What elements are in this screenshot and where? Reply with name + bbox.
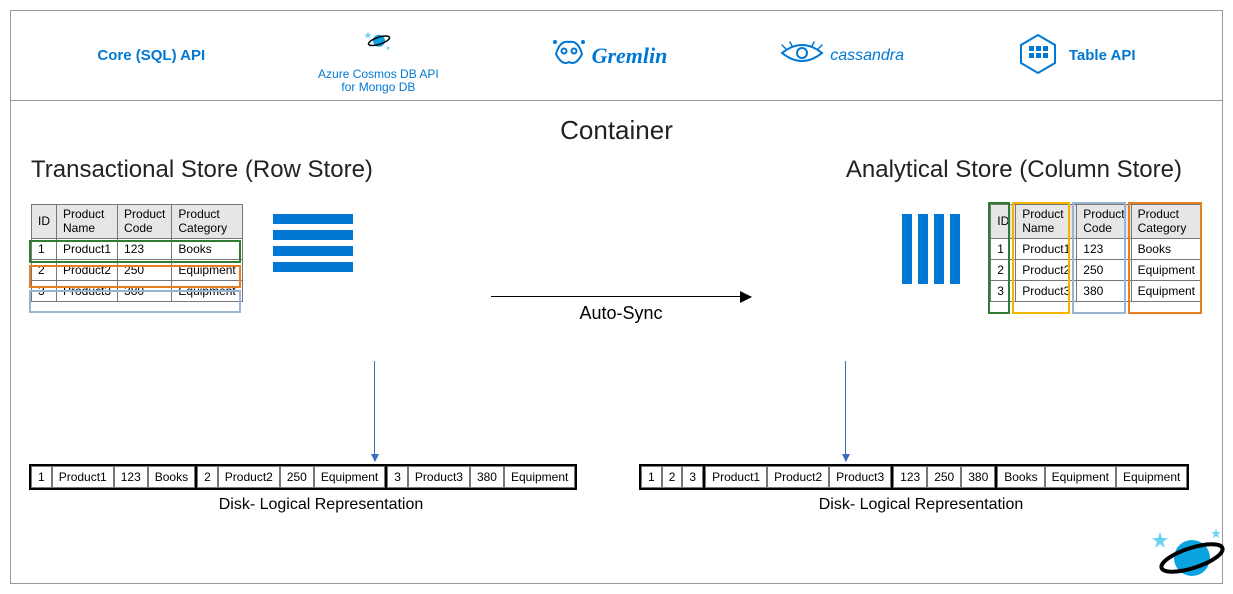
api-gremlin-label: Gremlin <box>592 43 668 69</box>
api-core-sql: Core (SQL) API <box>97 47 205 64</box>
disk-segment: Product1Product2Product3 <box>705 466 891 488</box>
th-code: ProductCode <box>118 205 172 239</box>
disk-cell: Equipment <box>1045 466 1116 488</box>
disk-cell: Equipment <box>1116 466 1187 488</box>
row-disk-label: Disk- Logical Representation <box>31 496 611 514</box>
disk-cell: 3 <box>682 466 703 488</box>
api-cassandra-label: cassandra <box>830 47 904 65</box>
disk-cell: Product2 <box>767 466 829 488</box>
analytical-store: Analytical Store (Column Store) ID Produ… <box>622 156 1202 302</box>
api-gremlin: Gremlin <box>552 36 668 76</box>
table-row: 2Product2250Equipment <box>32 260 243 281</box>
api-cosmos-line2: for Mongo DB <box>318 81 439 94</box>
row-disk-cells: 1Product1123Books2Product2250Equipment3P… <box>31 466 611 488</box>
th-code: ProductCode <box>1077 205 1131 239</box>
api-core-label: Core (SQL) API <box>97 47 205 64</box>
auto-sync-label: Auto-Sync <box>491 303 751 324</box>
col-table-wrap: ID ProductName ProductCode ProductCatego… <box>990 204 1202 302</box>
th-cat: ProductCategory <box>1131 205 1201 239</box>
col-bars-icon <box>902 214 960 284</box>
transactional-store: Transactional Store (Row Store) ID Produ… <box>31 156 611 302</box>
hexagon-table-icon <box>1017 33 1059 79</box>
disk-cell: Product1 <box>705 466 767 488</box>
api-cosmos-mongo: Azure Cosmos DB API for Mongo DB <box>318 17 439 94</box>
disk-cell: Books <box>997 466 1044 488</box>
row-table: ID ProductName ProductCode ProductCatego… <box>31 204 243 302</box>
disk-cell: 1 <box>641 466 662 488</box>
planet-icon <box>363 29 393 53</box>
th-id: ID <box>991 205 1016 239</box>
disk-cell: Product3 <box>408 466 470 488</box>
disk-segment: 123 <box>641 466 703 488</box>
disk-cell: Product1 <box>52 466 114 488</box>
disk-cell: 123 <box>893 466 927 488</box>
analytical-title: Analytical Store (Column Store) <box>622 156 1202 184</box>
api-table: Table API <box>1017 33 1136 79</box>
table-row: 1Product1123Books <box>32 239 243 260</box>
col-disk-rep: 123Product1Product2Product3123250380Book… <box>641 466 1201 514</box>
api-table-label: Table API <box>1069 47 1136 64</box>
table-row: 1Product1123Books <box>991 239 1202 260</box>
eye-icon <box>780 41 824 70</box>
arrow-line-icon <box>491 296 751 297</box>
right-connector <box>845 361 846 461</box>
col-disk-cells: 123Product1Product2Product3123250380Book… <box>641 466 1201 488</box>
row-table-wrap: ID ProductName ProductCode ProductCatego… <box>31 204 243 302</box>
left-connector <box>374 361 375 461</box>
disk-cell: 380 <box>470 466 504 488</box>
disk-cell: 2 <box>662 466 683 488</box>
disk-segment: 1Product1123Books <box>31 466 195 488</box>
disk-cell: 2 <box>197 466 218 488</box>
table-row: 3Product3380Equipment <box>991 281 1202 302</box>
disk-cell: Product2 <box>218 466 280 488</box>
disk-cell: 123 <box>114 466 148 488</box>
disk-segment: 2Product2250Equipment <box>197 466 385 488</box>
th-name: ProductName <box>57 205 118 239</box>
th-cat: ProductCategory <box>172 205 242 239</box>
disk-segment: 3Product3380Equipment <box>387 466 575 488</box>
disk-cell: 1 <box>31 466 52 488</box>
disk-cell: Equipment <box>504 466 575 488</box>
planet-icon <box>1146 524 1226 589</box>
table-row: 2Product2250Equipment <box>991 260 1202 281</box>
stores-row: Transactional Store (Row Store) ID Produ… <box>11 156 1222 302</box>
disk-segment: 123250380 <box>893 466 995 488</box>
disk-cell: Books <box>148 466 195 488</box>
disk-cell: 380 <box>961 466 995 488</box>
row-disk-rep: 1Product1123Books2Product2250Equipment3P… <box>31 466 611 514</box>
disk-cell: 250 <box>927 466 961 488</box>
api-row: Core (SQL) API Azure Cosmos DB API for M… <box>11 11 1222 101</box>
th-id: ID <box>32 205 57 239</box>
api-cassandra: cassandra <box>780 41 904 70</box>
row-bars-icon <box>273 214 353 272</box>
col-table: ID ProductName ProductCode ProductCatego… <box>990 204 1202 302</box>
diagram-frame: Core (SQL) API Azure Cosmos DB API for M… <box>10 10 1223 584</box>
gremlin-icon <box>552 36 586 76</box>
auto-sync-arrow: Auto-Sync <box>491 296 751 324</box>
disk-segment: BooksEquipmentEquipment <box>997 466 1187 488</box>
table-row: 3Product3380Equipment <box>32 281 243 302</box>
disk-cell: Equipment <box>314 466 385 488</box>
container-title: Container <box>11 115 1222 146</box>
col-disk-label: Disk- Logical Representation <box>641 496 1201 514</box>
disk-cell: 3 <box>387 466 408 488</box>
th-name: ProductName <box>1016 205 1077 239</box>
disk-cell: Product3 <box>829 466 891 488</box>
disk-cell: 250 <box>280 466 314 488</box>
transactional-title: Transactional Store (Row Store) <box>31 156 611 184</box>
